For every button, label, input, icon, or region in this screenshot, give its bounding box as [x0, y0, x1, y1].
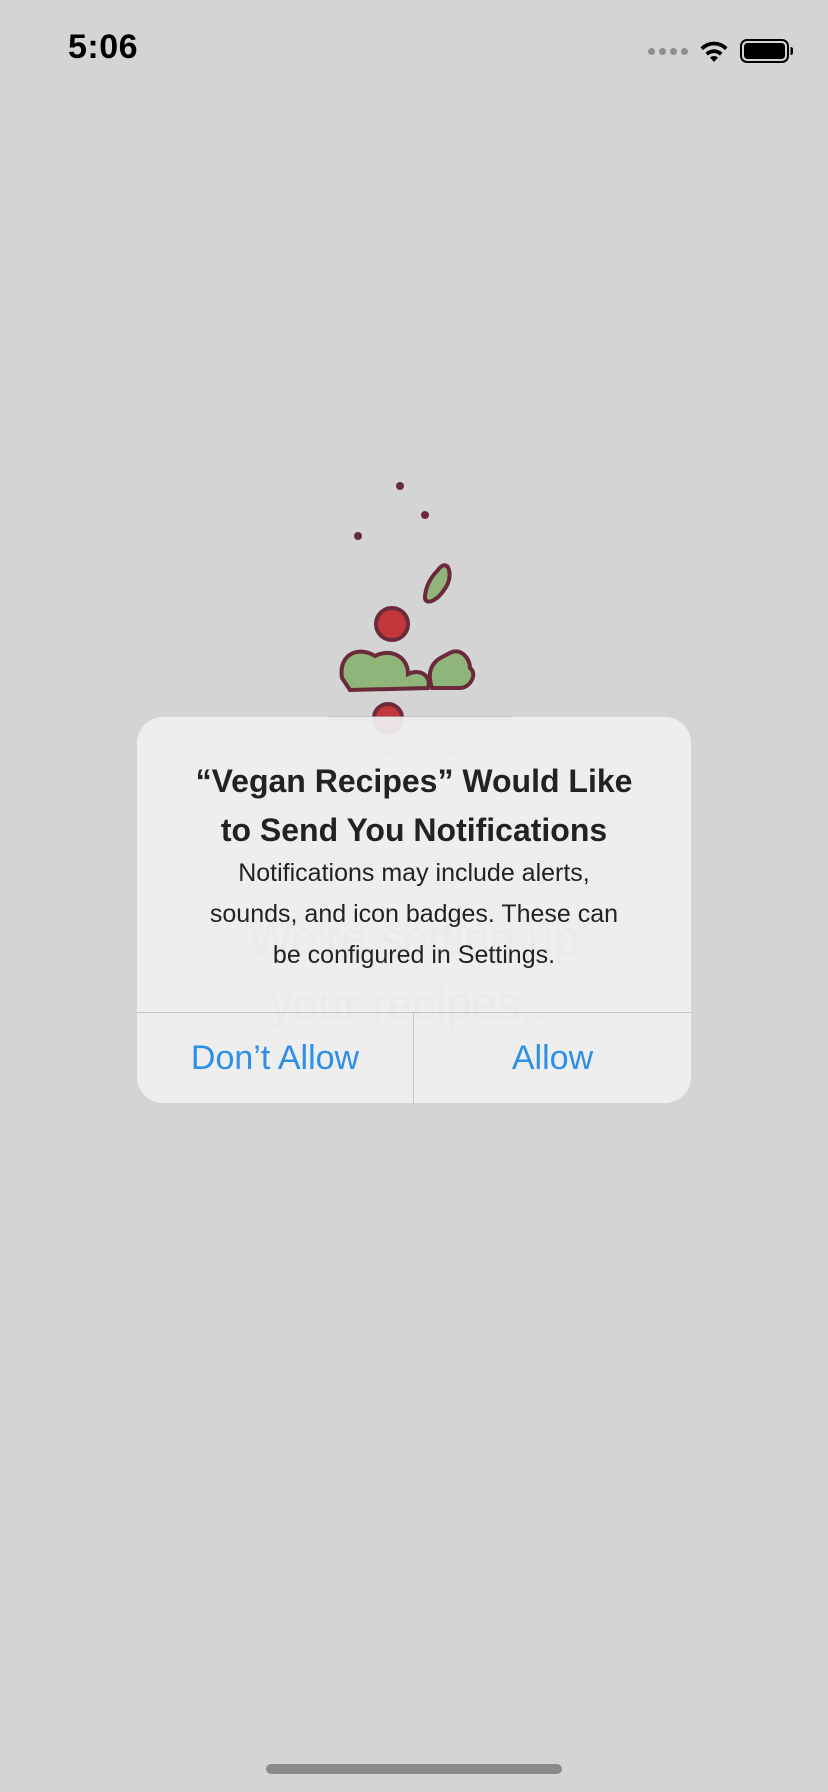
notification-permission-alert: “Vegan Recipes” Would Like to Send You N…: [137, 717, 691, 1103]
battery-icon: [740, 39, 793, 63]
home-indicator[interactable]: [266, 1764, 562, 1774]
allow-button[interactable]: Allow: [414, 1013, 691, 1103]
alert-message-line-3: be configured in Settings.: [272, 941, 556, 969]
salad-bowl-icon: [327, 482, 513, 758]
alert-message: Notifications may include alerts, sounds…: [167, 853, 661, 976]
status-icons: [648, 36, 794, 66]
wifi-icon: [700, 41, 728, 62]
alert-message-line-2: sounds, and icon badges. These can: [209, 900, 619, 928]
dont-allow-button[interactable]: Don’t Allow: [137, 1013, 413, 1103]
alert-title: “Vegan Recipes” Would Like to Send You N…: [167, 757, 661, 855]
screen: 5:06 We're setting up your recipes...: [0, 0, 828, 1792]
alert-title-line-1: “Vegan Recipes” Would Like: [195, 763, 633, 799]
status-time: 5:06: [68, 28, 139, 66]
alert-title-line-2: to Send You Notifications: [220, 812, 608, 848]
alert-message-line-1: Notifications may include alerts,: [238, 859, 590, 887]
cellular-signal-icon: [648, 47, 688, 55]
